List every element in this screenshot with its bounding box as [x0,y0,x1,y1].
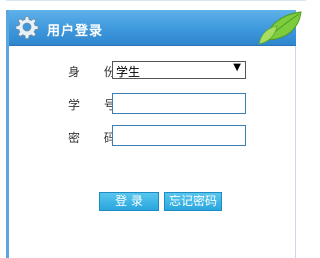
password-input[interactable] [112,125,246,146]
forgot-password-button[interactable]: 忘记密码 [164,192,222,211]
panel-title: 用户登录 [47,24,104,39]
top-background [0,0,315,9]
chevron-down-icon: ▼ [233,62,241,73]
panel-header: 用户登录 [9,10,302,46]
login-button[interactable]: 登 录 [99,192,159,211]
leaf-icon [257,10,307,46]
gear-icon [15,15,39,40]
top-border-line [6,0,306,1]
role-select-value: 学生 [116,65,141,79]
role-select[interactable]: 学生 ▼ [112,61,246,79]
student-id-input[interactable] [112,93,246,114]
